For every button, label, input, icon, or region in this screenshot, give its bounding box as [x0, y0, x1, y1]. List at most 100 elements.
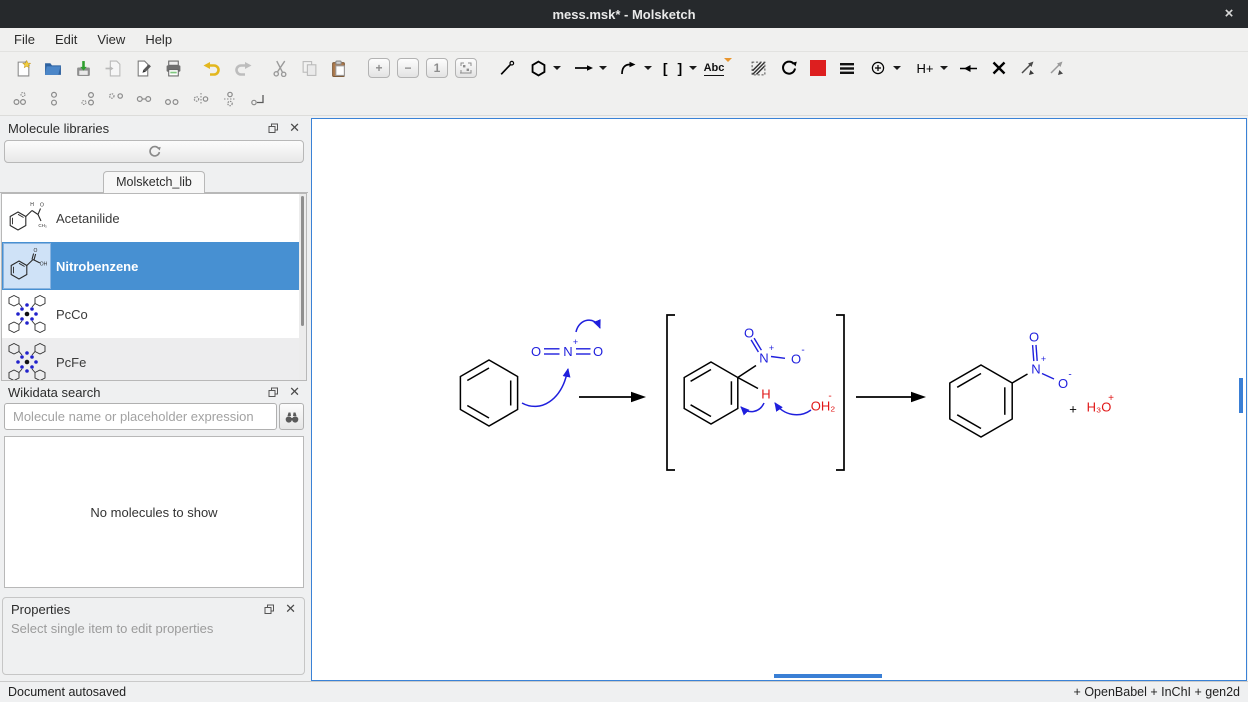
libraries-panel-header: Molecule libraries ✕ — [0, 118, 308, 138]
mechanism-arrow-water-to-h[interactable] — [775, 403, 811, 415]
flip-horizontal-button[interactable] — [107, 90, 125, 108]
hatch-selection-button[interactable] — [745, 55, 771, 81]
wikidata-panel-header: Wikidata search ✕ — [0, 382, 308, 402]
set-coordinates-button[interactable] — [249, 90, 267, 108]
ring-tool-button[interactable] — [525, 55, 551, 81]
menu-edit[interactable]: Edit — [45, 29, 87, 50]
intermediate-brackets[interactable] — [667, 315, 844, 470]
open-folder-icon — [44, 60, 62, 76]
mechanism-pen-1-button[interactable] — [1015, 55, 1041, 81]
hydrogen-dropdown[interactable] — [937, 55, 951, 81]
color-picker-button[interactable] — [805, 55, 831, 81]
libraries-close-button[interactable]: ✕ — [289, 120, 300, 136]
delete-button[interactable] — [986, 55, 1012, 81]
text-tool-button[interactable]: Abc — [705, 55, 731, 81]
reaction-arrow-dropdown[interactable] — [596, 55, 610, 81]
hydrogen-button[interactable]: H+ — [912, 55, 938, 81]
library-refresh-button[interactable] — [4, 140, 304, 163]
wikidata-close-button[interactable]: ✕ — [289, 384, 300, 400]
zoom-fit-icon — [455, 58, 477, 78]
menu-help[interactable]: Help — [135, 29, 182, 50]
library-item-pcfe[interactable]: PcFe — [2, 338, 306, 381]
new-button[interactable] — [10, 55, 36, 81]
align-bottom-button[interactable] — [11, 90, 29, 108]
charge-dropdown[interactable] — [890, 55, 904, 81]
reaction-arrow-1[interactable] — [579, 392, 646, 402]
mechanism-pen-2-button[interactable] — [1044, 55, 1070, 81]
save-button[interactable] — [70, 55, 96, 81]
libraries-panel-title: Molecule libraries — [8, 121, 258, 136]
open-button[interactable] — [40, 55, 66, 81]
reaction-arrow-2[interactable] — [856, 392, 926, 402]
libraries-float-button[interactable] — [268, 123, 279, 134]
print-button[interactable] — [160, 55, 186, 81]
distribute-vertical-button[interactable] — [221, 90, 239, 108]
nitronium-ion[interactable]: O N + O — [531, 337, 603, 359]
intermediate-n-charge: + — [769, 343, 774, 353]
merge-atoms-button[interactable] — [135, 90, 153, 108]
mechanism-pen-1-icon — [1019, 60, 1037, 77]
properties-float-button[interactable] — [264, 604, 275, 615]
window-close-button[interactable]: × — [1220, 5, 1238, 22]
ring-tool-dropdown[interactable] — [550, 55, 564, 81]
hydronium-ion[interactable]: H₃O + — [1087, 393, 1114, 415]
bracket-tool-button[interactable]: [ ] — [661, 55, 687, 81]
import-button[interactable] — [100, 55, 126, 81]
statusbar: Document autosaved + OpenBabel + InChI +… — [0, 681, 1248, 702]
benzene-molecule[interactable] — [460, 360, 517, 426]
align-vertical-button[interactable] — [45, 90, 63, 108]
float-panel-icon — [268, 123, 279, 134]
properties-close-button[interactable]: ✕ — [285, 601, 296, 617]
save-icon — [75, 60, 92, 77]
zoom-original-button[interactable]: 1 — [424, 55, 450, 81]
cut-button[interactable] — [267, 55, 293, 81]
canvas-horizontal-scrollbar[interactable] — [774, 674, 882, 678]
nitrobenzene-product[interactable]: O N + O - — [950, 330, 1072, 438]
tab-molsketch-lib[interactable]: Molsketch_lib — [103, 171, 205, 194]
binoculars-icon — [284, 410, 300, 424]
reaction-arrow-button[interactable] — [571, 55, 597, 81]
distribute-horizontal-button[interactable] — [192, 90, 210, 108]
zoom-out-button[interactable]: − — [395, 55, 421, 81]
hydroxide-nucleophile[interactable]: OH₂ - — [811, 391, 836, 414]
copy-button[interactable] — [296, 55, 322, 81]
paste-button[interactable] — [325, 55, 351, 81]
export-icon — [135, 60, 152, 77]
left-dock: Molecule libraries ✕ Molsketch_lib HOCH₃… — [0, 116, 308, 681]
library-item-acetanilide[interactable]: HOCH₃ Acetanilide — [2, 194, 306, 242]
set-coordinates-icon — [249, 90, 267, 108]
bracket-tool-dropdown[interactable] — [686, 55, 700, 81]
drawing-canvas[interactable]: O N + O — [311, 118, 1247, 681]
mechanism-arrow-h-to-ring[interactable] — [741, 403, 764, 412]
mechanism-arrow-no-bond[interactable] — [576, 320, 600, 332]
redo-button[interactable] — [229, 55, 255, 81]
canvas-vertical-scrollbar[interactable] — [1239, 378, 1243, 413]
print-icon — [165, 60, 182, 77]
library-item-pcco[interactable]: PcCo — [2, 290, 306, 338]
align-horizontal-button[interactable] — [163, 90, 181, 108]
window-title: mess.msk* - Molsketch — [552, 7, 695, 22]
charge-button[interactable] — [865, 55, 891, 81]
undo-button[interactable] — [199, 55, 225, 81]
align-top-button[interactable] — [79, 90, 97, 108]
wikidata-float-button[interactable] — [268, 387, 279, 398]
mechanism-arrow-benzene-to-n[interactable] — [522, 369, 568, 406]
reaction-scheme: O N + O — [312, 119, 1246, 680]
wikidata-search-input[interactable] — [4, 403, 277, 430]
nitrobenzene-structure-icon: OOH — [4, 244, 50, 288]
svg-text:H: H — [30, 202, 34, 208]
line-width-button[interactable] — [834, 55, 860, 81]
shrink-bond-button[interactable] — [955, 55, 981, 81]
library-item-nitrobenzene[interactable]: OOH Nitrobenzene — [2, 242, 306, 290]
export-button[interactable] — [130, 55, 156, 81]
wikidata-search-button[interactable] — [279, 403, 304, 430]
rotate-button[interactable] — [776, 55, 802, 81]
library-list-scrollbar[interactable] — [299, 194, 306, 380]
mechanism-arrow-button[interactable] — [616, 55, 642, 81]
menu-view[interactable]: View — [87, 29, 135, 50]
mechanism-arrow-dropdown[interactable] — [641, 55, 655, 81]
menu-file[interactable]: File — [4, 29, 45, 50]
zoom-in-button[interactable]: + — [366, 55, 392, 81]
draw-bond-button[interactable] — [493, 55, 519, 81]
zoom-fit-button[interactable] — [453, 55, 479, 81]
